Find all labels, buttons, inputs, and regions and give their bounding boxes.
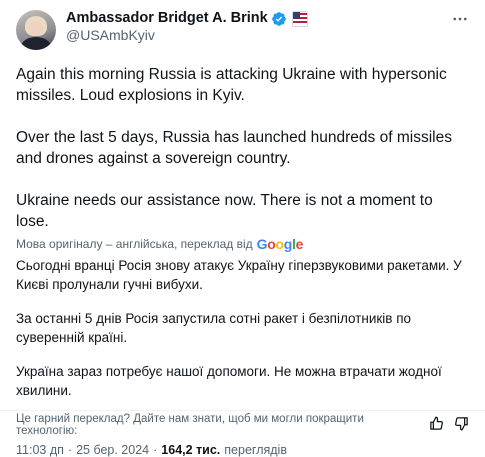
translated-paragraph: За останні 5 днів Росія запустила сотні … (16, 311, 412, 345)
translation-attribution: Мова оригіналу – англійська, переклад ві… (16, 235, 469, 253)
author-display-name[interactable]: Ambassador Bridget A. Brink (66, 10, 268, 27)
avatar[interactable] (16, 10, 56, 50)
author-info: Ambassador Bridget A. Brink @USAmbKyiv (66, 10, 308, 44)
views-label: переглядів (224, 443, 287, 457)
meta-separator: · (153, 443, 158, 457)
original-paragraph: Ukraine needs our assistance now. There … (16, 192, 433, 230)
thumbs-up-icon[interactable] (429, 416, 444, 434)
translated-paragraph: Сьогодні вранці Росія знову атакує Украї… (16, 258, 462, 292)
translation-note: Мова оригіналу – англійська, переклад ві… (16, 237, 253, 251)
tweet-meta: 11:03 дп · 25 бер. 2024 · 164,2 тис. пер… (16, 443, 469, 457)
tweet: Ambassador Bridget A. Brink @USAmbKyiv A… (0, 0, 485, 457)
views-count: 164,2 тис. (161, 443, 221, 457)
tweet-translated-text: Сьогодні вранці Росія знову атакує Украї… (16, 256, 469, 400)
more-options-icon[interactable] (451, 10, 469, 33)
translated-paragraph: Україна зараз потребує нашої допомоги. Н… (16, 364, 442, 398)
tweet-original-text: Again this morning Russia is attacking U… (16, 64, 469, 232)
meta-separator: · (67, 443, 73, 457)
author-name-row: Ambassador Bridget A. Brink (66, 10, 308, 27)
original-paragraph: Again this morning Russia is attacking U… (16, 66, 447, 104)
verified-badge-icon[interactable] (271, 11, 287, 27)
tweet-time[interactable]: 11:03 дп (16, 443, 64, 457)
thumbs-down-icon[interactable] (454, 416, 469, 434)
tweet-date[interactable]: 25 бер. 2024 (76, 443, 149, 457)
tweet-header: Ambassador Bridget A. Brink @USAmbKyiv (16, 10, 469, 54)
feedback-prompt: Це гарний переклад? Дайте нам знати, щоб… (16, 413, 364, 437)
original-paragraph: Over the last 5 days, Russia has launche… (16, 129, 452, 167)
translation-feedback: Це гарний переклад? Дайте нам знати, щоб… (16, 413, 469, 437)
us-flag-icon (291, 10, 308, 27)
author-handle[interactable]: @USAmbKyiv (66, 27, 308, 44)
google-logo[interactable]: Google (257, 236, 304, 252)
